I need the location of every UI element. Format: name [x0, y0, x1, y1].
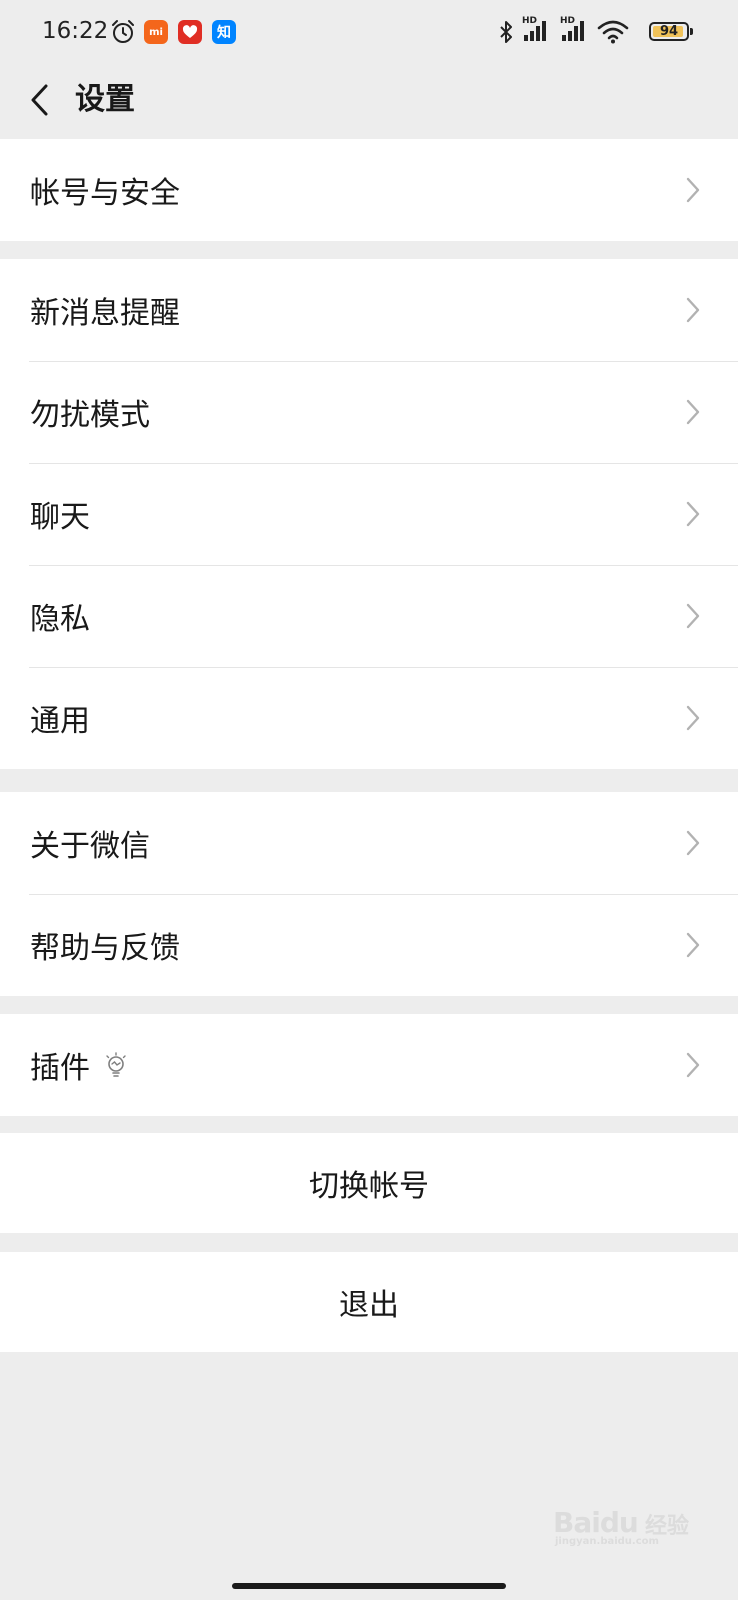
chevron-left-icon — [31, 84, 48, 116]
nav-bar: 设置 — [0, 64, 738, 138]
switch-account-label: 切换帐号 — [309, 1169, 429, 1204]
logout-label: 退出 — [339, 1288, 399, 1323]
zhihu-app-icon: 知 — [212, 20, 236, 44]
row-general[interactable]: 通用 — [0, 667, 738, 769]
row-about-wechat[interactable]: 关于微信 — [0, 792, 738, 894]
row-plugins[interactable]: 插件 — [0, 1014, 738, 1116]
row-label: 勿扰模式 — [30, 398, 150, 433]
chevron-right-icon — [686, 297, 700, 323]
row-account-security[interactable]: 帐号与安全 — [0, 139, 738, 241]
home-indicator — [232, 1583, 506, 1589]
switch-account-button[interactable]: 切换帐号 — [0, 1133, 738, 1233]
chevron-right-icon — [686, 399, 700, 425]
chevron-right-icon — [686, 932, 700, 958]
row-privacy[interactable]: 隐私 — [0, 565, 738, 667]
logout-button[interactable]: 退出 — [0, 1252, 738, 1352]
bluetooth-icon — [498, 20, 514, 48]
lightbulb-icon — [106, 1052, 126, 1077]
wifi-icon — [597, 20, 629, 48]
row-do-not-disturb[interactable]: 勿扰模式 — [0, 361, 738, 463]
row-new-message-alerts[interactable]: 新消息提醒 — [0, 259, 738, 361]
chevron-right-icon — [686, 501, 700, 527]
zhihu-app-label: 知 — [217, 25, 231, 41]
settings-group-account: 帐号与安全 — [0, 139, 738, 241]
status-bar: 16:22 mi 知 HD HD 94 — [0, 0, 738, 64]
row-label: 帮助与反馈 — [30, 931, 180, 966]
settings-group-main: 新消息提醒 勿扰模式 聊天 隐私 通用 — [0, 259, 738, 769]
baidu-watermark: Baidu 经验 jingyan.baidu.com — [553, 1500, 703, 1550]
settings-group-plugins: 插件 — [0, 1014, 738, 1116]
battery-level: 94 — [659, 24, 679, 39]
hd-label: HD — [560, 16, 576, 26]
row-label: 关于微信 — [30, 829, 150, 864]
battery-cap — [690, 28, 693, 35]
battery-icon: 94 — [649, 22, 689, 41]
mi-app-icon: mi — [144, 20, 168, 44]
mi-app-label: mi — [149, 26, 163, 38]
row-label: 帐号与安全 — [30, 176, 180, 211]
chevron-right-icon — [686, 705, 700, 731]
chevron-right-icon — [686, 1052, 700, 1078]
hd-label: HD — [522, 16, 538, 26]
row-help-feedback[interactable]: 帮助与反馈 — [0, 894, 738, 996]
watermark-text: Baidu — [553, 1506, 639, 1539]
chevron-right-icon — [686, 603, 700, 629]
row-label: 聊天 — [30, 500, 90, 535]
back-button[interactable] — [18, 78, 62, 122]
page-title: 设置 — [75, 82, 135, 117]
row-label: 隐私 — [30, 602, 90, 637]
row-label: 通用 — [30, 704, 90, 739]
chevron-right-icon — [686, 177, 700, 203]
row-label: 新消息提醒 — [30, 296, 180, 331]
alarm-icon — [110, 19, 136, 49]
status-time: 16:22 — [42, 18, 109, 44]
pinduoduo-app-icon — [178, 20, 202, 44]
row-label: 插件 — [30, 1051, 90, 1086]
settings-group-about: 关于微信 帮助与反馈 — [0, 792, 738, 996]
watermark-sub: jingyan.baidu.com — [555, 1536, 659, 1547]
row-chat[interactable]: 聊天 — [0, 463, 738, 565]
chevron-right-icon — [686, 830, 700, 856]
